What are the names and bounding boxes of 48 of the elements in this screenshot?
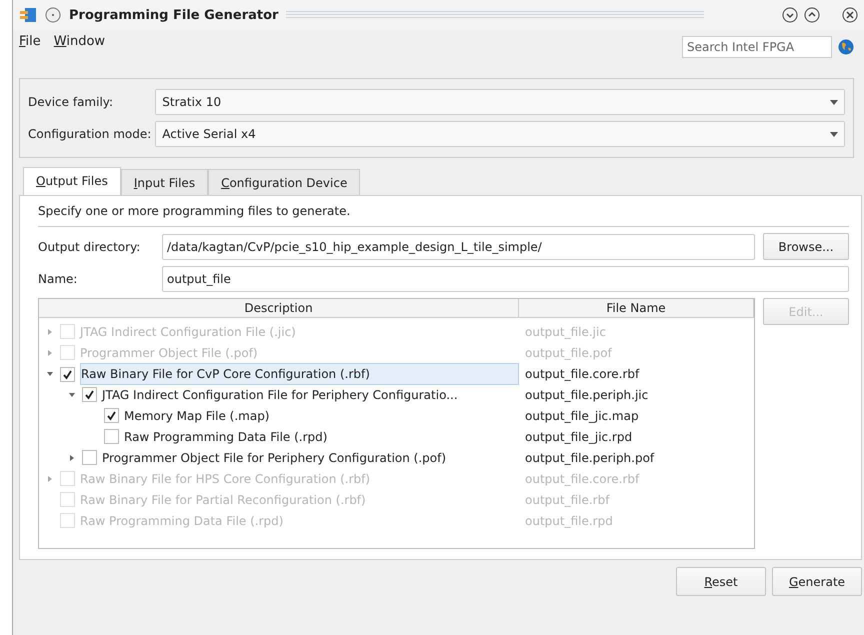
checkbox[interactable] [82,450,97,465]
checkbox[interactable] [104,429,119,444]
field-label: Device family: [28,95,114,109]
browse-button[interactable]: Browse... [763,233,849,260]
file-name: output_file.periph.pof [524,450,656,464]
name-field[interactable]: output_file [162,266,849,292]
file-description[interactable]: JTAG Indirect Configuration File for Periphery Configuratio... [102,388,458,402]
dropdown-arrow-icon [830,100,838,104]
file-description[interactable]: Programmer Object File for Periphery Configuration (.pof) [102,450,446,464]
instructions: Specify one or more programming files to generate. [38,204,352,218]
checkbox[interactable] [82,387,97,402]
file-name: output_file.rbf [524,492,611,506]
field-label: Output directory: [38,240,142,254]
field-label: Configuration mode: [28,127,152,141]
file-name: output_file_jic.rpd [524,430,634,444]
column-header[interactable]: File Name [519,299,754,317]
globe-icon[interactable] [838,39,854,55]
action-button[interactable]: Generate [772,567,862,596]
window-menu-icon[interactable] [45,7,61,23]
file-description[interactable]: Raw Programming Data File (.rpd) [124,430,328,444]
close-icon[interactable] [842,7,858,23]
field-label: Name: [38,272,78,286]
device-family-dropdown[interactable]: Stratix 10 [155,89,845,115]
output-directory-field[interactable]: /data/kagtan/CvP/pcie_s10_hip_example_design_L_tile_simple/ [162,234,755,260]
file-name: output_file_jic.map [524,408,640,422]
menu-item[interactable]: Window [54,34,112,49]
checkbox[interactable] [60,366,75,382]
column-header[interactable]: Description [39,299,519,317]
file-name: output_file.jic [524,324,607,338]
tab[interactable]: Input Files [120,169,208,196]
file-name: output_file.rpd [524,514,614,528]
file-name: output_file.pof [524,346,614,360]
menu-item[interactable]: File [19,34,48,49]
file-name: output_file.core.rbf [524,367,640,381]
search-field[interactable]: Search Intel FPGA [682,36,832,58]
maximize-icon[interactable] [804,7,820,23]
action-button[interactable]: Reset [676,567,766,596]
file-name: output_file.core.rbf [524,472,640,486]
minimize-icon[interactable] [782,7,798,23]
file-description[interactable]: Memory Map File (.map) [124,408,270,422]
window-title: Programming File Generator [69,8,278,22]
dropdown-arrow-icon [830,132,838,136]
file-name: output_file.periph.jic [524,388,650,402]
tab[interactable]: Output Files [23,167,121,196]
tab[interactable]: Configuration Device [208,169,360,196]
checkbox[interactable] [104,408,119,423]
configuration-mode-dropdown[interactable]: Active Serial x4 [155,121,845,147]
app-icon [19,7,37,23]
